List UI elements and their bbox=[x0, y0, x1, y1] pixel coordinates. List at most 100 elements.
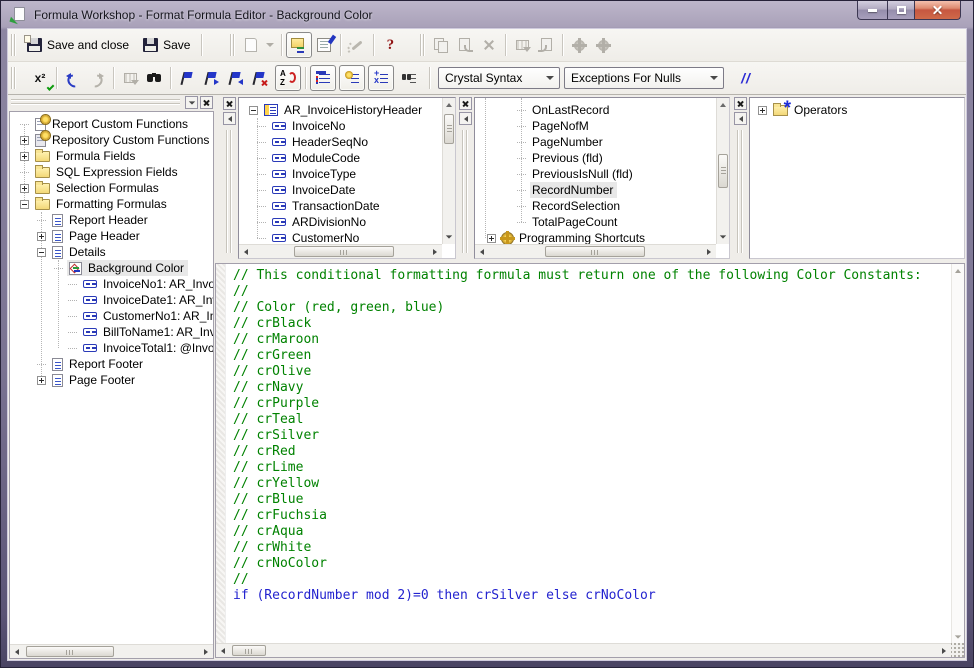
tree-item[interactable]: ARDivisionNo bbox=[239, 214, 455, 230]
tree-expander[interactable] bbox=[487, 234, 496, 243]
scroll-left-button[interactable] bbox=[216, 644, 230, 657]
code-line[interactable]: // crRed bbox=[233, 444, 951, 460]
check-syntax-button[interactable]: x² bbox=[28, 66, 52, 90]
functions-horizontal-scrollbar[interactable] bbox=[475, 244, 716, 258]
tree-item[interactable]: Report Custom Functions bbox=[10, 116, 213, 132]
operators-panel-strip[interactable] bbox=[733, 97, 749, 257]
previous-bookmark-button[interactable] bbox=[223, 66, 247, 90]
resize-grip[interactable] bbox=[951, 643, 964, 657]
scroll-up-button[interactable] bbox=[717, 98, 729, 112]
tree-item[interactable]: AR_InvoiceHistoryHeader bbox=[239, 102, 455, 118]
copy-button[interactable] bbox=[429, 33, 453, 57]
properties-button[interactable] bbox=[312, 33, 336, 57]
tree-item[interactable]: Details bbox=[10, 244, 213, 260]
scroll-down-button[interactable] bbox=[443, 230, 455, 244]
code-line[interactable]: // crFuchsia bbox=[233, 508, 951, 524]
selection-margin[interactable] bbox=[216, 264, 226, 643]
tree-item[interactable]: PageNumber bbox=[475, 134, 729, 150]
tree-item[interactable]: HeaderSeqNo bbox=[239, 134, 455, 150]
tree-expander[interactable] bbox=[37, 220, 46, 221]
tree-expander[interactable] bbox=[249, 106, 258, 115]
panel-drag-strip[interactable] bbox=[9, 95, 214, 111]
scroll-up-button[interactable] bbox=[443, 98, 455, 112]
toolbar-gripper[interactable] bbox=[11, 67, 16, 89]
scroll-right-button[interactable] bbox=[199, 645, 213, 658]
tree-expander[interactable] bbox=[54, 268, 63, 269]
tree-expander[interactable] bbox=[20, 172, 29, 173]
tree-expander[interactable] bbox=[20, 152, 29, 161]
scrollbar-thumb[interactable] bbox=[26, 646, 114, 657]
workshop-horizontal-scrollbar[interactable] bbox=[10, 644, 213, 658]
run-function-button[interactable] bbox=[567, 33, 591, 57]
code-line[interactable]: // crYellow bbox=[233, 476, 951, 492]
panel-close-button[interactable] bbox=[223, 97, 236, 110]
code-line[interactable]: // crNavy bbox=[233, 380, 951, 396]
tree-item[interactable]: PreviousIsNull (fld) bbox=[475, 166, 729, 182]
code-line[interactable]: // crOlive bbox=[233, 364, 951, 380]
panel-close-button[interactable] bbox=[200, 96, 213, 109]
formula-code[interactable]: // This conditional formatting formula m… bbox=[227, 264, 951, 643]
find-results-toggle[interactable] bbox=[397, 66, 421, 90]
syntax-combobox[interactable]: Crystal Syntax bbox=[438, 67, 560, 89]
maximize-button[interactable] bbox=[887, 1, 915, 20]
tree-expander[interactable] bbox=[68, 300, 77, 301]
formula-expert-button[interactable] bbox=[345, 33, 369, 57]
clear-bookmarks-button[interactable] bbox=[247, 66, 271, 90]
save-button[interactable]: Save bbox=[136, 32, 197, 58]
help-button[interactable]: ? bbox=[378, 33, 402, 57]
scroll-right-button[interactable] bbox=[702, 245, 716, 258]
function-tree-toggle[interactable] bbox=[339, 65, 365, 91]
scrollbar-thumb[interactable] bbox=[444, 114, 454, 144]
titlebar[interactable]: Formula Workshop - Format Formula Editor… bbox=[1, 1, 973, 29]
fields-panel-strip[interactable] bbox=[222, 97, 238, 257]
fields-horizontal-scrollbar[interactable] bbox=[239, 244, 442, 258]
tree-item[interactable]: RecordNumber bbox=[475, 182, 729, 198]
toolbar-gripper[interactable] bbox=[230, 34, 235, 56]
code-line[interactable]: // crPurple bbox=[233, 396, 951, 412]
code-line[interactable]: // bbox=[233, 572, 951, 588]
formula-editor[interactable]: // This conditional formatting formula m… bbox=[215, 263, 965, 658]
panel-collapse-button[interactable] bbox=[734, 112, 747, 125]
browse-data-button[interactable] bbox=[118, 66, 142, 90]
tree-expander[interactable] bbox=[68, 284, 77, 285]
tree-item[interactable]: Page Header bbox=[10, 228, 213, 244]
sort-trees-button[interactable]: AZ bbox=[275, 65, 301, 91]
debug-function-button[interactable] bbox=[591, 33, 615, 57]
toolbar-gripper[interactable] bbox=[420, 34, 425, 56]
tree-item[interactable]: InvoiceType bbox=[239, 166, 455, 182]
tree-item[interactable]: InvoiceNo1: AR_Invoic bbox=[10, 276, 213, 292]
code-line[interactable]: // crAqua bbox=[233, 524, 951, 540]
tree-item[interactable]: Formula Fields bbox=[10, 148, 213, 164]
tree-expander[interactable] bbox=[37, 364, 46, 365]
redo-button[interactable] bbox=[85, 66, 109, 90]
new-formula-dropdown[interactable] bbox=[263, 33, 277, 57]
tree-expander[interactable] bbox=[20, 136, 29, 145]
scroll-down-button[interactable] bbox=[952, 630, 964, 643]
tree-item[interactable]: ModuleCode bbox=[239, 150, 455, 166]
editor-horizontal-scrollbar[interactable] bbox=[216, 643, 951, 657]
tree-expander[interactable] bbox=[758, 106, 767, 115]
editor-vertical-scrollbar[interactable] bbox=[951, 264, 964, 643]
scroll-left-button[interactable] bbox=[239, 245, 253, 258]
tree-item[interactable]: OnLastRecord bbox=[475, 102, 729, 118]
tree-item[interactable]: Selection Formulas bbox=[10, 180, 213, 196]
code-line[interactable]: // crMaroon bbox=[233, 332, 951, 348]
find-button[interactable] bbox=[142, 66, 166, 90]
delete-button[interactable] bbox=[477, 33, 501, 57]
code-line[interactable]: if (RecordNumber mod 2)=0 then crSilver … bbox=[233, 588, 951, 604]
tree-item[interactable]: Operators bbox=[750, 102, 964, 118]
scroll-left-button[interactable] bbox=[10, 645, 24, 658]
tree-expander[interactable] bbox=[68, 316, 77, 317]
save-and-close-button[interactable]: Save and close bbox=[20, 32, 136, 58]
code-line[interactable]: // crSilver bbox=[233, 428, 951, 444]
tree-expander[interactable] bbox=[20, 200, 29, 209]
code-line[interactable]: // bbox=[233, 284, 951, 300]
code-line[interactable]: // Color (red, green, blue) bbox=[233, 300, 951, 316]
code-line[interactable]: // crLime bbox=[233, 460, 951, 476]
tree-expander[interactable] bbox=[20, 124, 29, 125]
code-line[interactable]: // crTeal bbox=[233, 412, 951, 428]
functions-vertical-scrollbar[interactable] bbox=[716, 98, 729, 244]
code-line[interactable]: // crNoColor bbox=[233, 556, 951, 572]
code-line[interactable]: // crBlack bbox=[233, 316, 951, 332]
tree-item[interactable]: TransactionDate bbox=[239, 198, 455, 214]
